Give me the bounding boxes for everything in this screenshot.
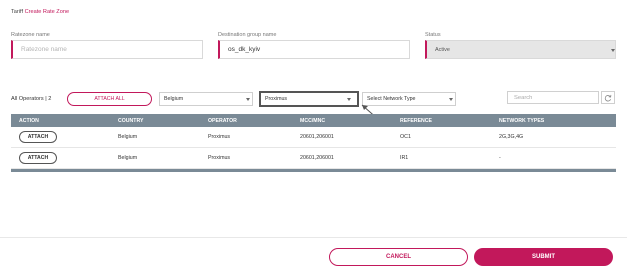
operator-select[interactable]: Proximus: [259, 91, 359, 107]
submit-button[interactable]: SUBMIT: [474, 248, 613, 266]
row-network-types: -: [499, 155, 501, 161]
header-reference: REFERENCE: [400, 117, 432, 124]
operators-count-number: 2: [48, 96, 52, 102]
attach-all-button[interactable]: ATTACH ALL: [67, 92, 152, 106]
refresh-icon: [604, 94, 612, 101]
status-value: Active: [435, 46, 450, 53]
row-operator: Proximus: [208, 134, 231, 140]
search-placeholder: Search: [514, 94, 533, 101]
breadcrumb-parent[interactable]: Tariff: [11, 9, 23, 15]
row-mccmnc: 20601,206001: [300, 155, 334, 161]
ratezone-label: Ratezone name: [11, 32, 50, 38]
network-type-select-value: Select Network Type: [367, 96, 416, 102]
table-row: ATTACH Belgium Proximus 20601,206001 OC1…: [11, 127, 616, 148]
table-header: ACTION COUNTRY OPERATOR MCC/MNC REFERENC…: [11, 114, 616, 127]
operators-count-separator: |: [45, 96, 47, 102]
breadcrumb-current: Create Rate Zone: [24, 9, 70, 15]
country-chevron-down-icon: [246, 98, 250, 101]
header-network-types: NETWORK TYPES: [499, 117, 545, 124]
refresh-button[interactable]: [601, 91, 615, 104]
search-input[interactable]: Search: [507, 91, 599, 104]
table-bottom-bar: [11, 169, 616, 172]
operator-select-value: Proximus: [265, 96, 288, 102]
header-mccmnc: MCC/MNC: [300, 117, 326, 124]
header-action: ACTION: [19, 117, 39, 124]
row-reference: OC1: [400, 134, 411, 140]
destination-input[interactable]: os_dk_kyiv: [218, 40, 410, 59]
row-mccmnc: 20601,206001: [300, 134, 334, 140]
ratezone-input[interactable]: Ratezone name: [11, 40, 203, 59]
row-country: Belgium: [118, 155, 138, 161]
status-select[interactable]: Active: [425, 40, 616, 59]
table-row: ATTACH Belgium Proximus 20601,206001 IR1…: [11, 148, 616, 169]
attach-button[interactable]: ATTACH: [19, 131, 57, 143]
operator-chevron-down-icon: [347, 98, 351, 101]
status-label: Status: [425, 32, 441, 38]
ratezone-placeholder: Ratezone name: [21, 46, 67, 53]
cancel-button[interactable]: CANCEL: [329, 248, 468, 266]
header-country: COUNTRY: [118, 117, 144, 124]
attach-button[interactable]: ATTACH: [19, 152, 57, 164]
operators-count: All Operators | 2: [11, 96, 51, 102]
operators-count-label: All Operators: [11, 96, 44, 102]
destination-label: Destination group name: [218, 32, 277, 38]
header-operator: OPERATOR: [208, 117, 237, 124]
country-select[interactable]: Belgium: [159, 92, 253, 106]
status-chevron-down-icon: [611, 49, 615, 52]
row-operator: Proximus: [208, 155, 231, 161]
country-select-value: Belgium: [164, 96, 184, 102]
row-country: Belgium: [118, 134, 138, 140]
row-network-types: 2G,3G,4G: [499, 134, 524, 140]
network-chevron-down-icon: [449, 98, 453, 101]
row-reference: IR1: [400, 155, 409, 161]
footer-divider: [0, 237, 627, 238]
breadcrumb: Tariff Create Rate Zone: [11, 9, 69, 15]
destination-value: os_dk_kyiv: [228, 46, 261, 53]
operators-table: ACTION COUNTRY OPERATOR MCC/MNC REFERENC…: [11, 114, 616, 172]
